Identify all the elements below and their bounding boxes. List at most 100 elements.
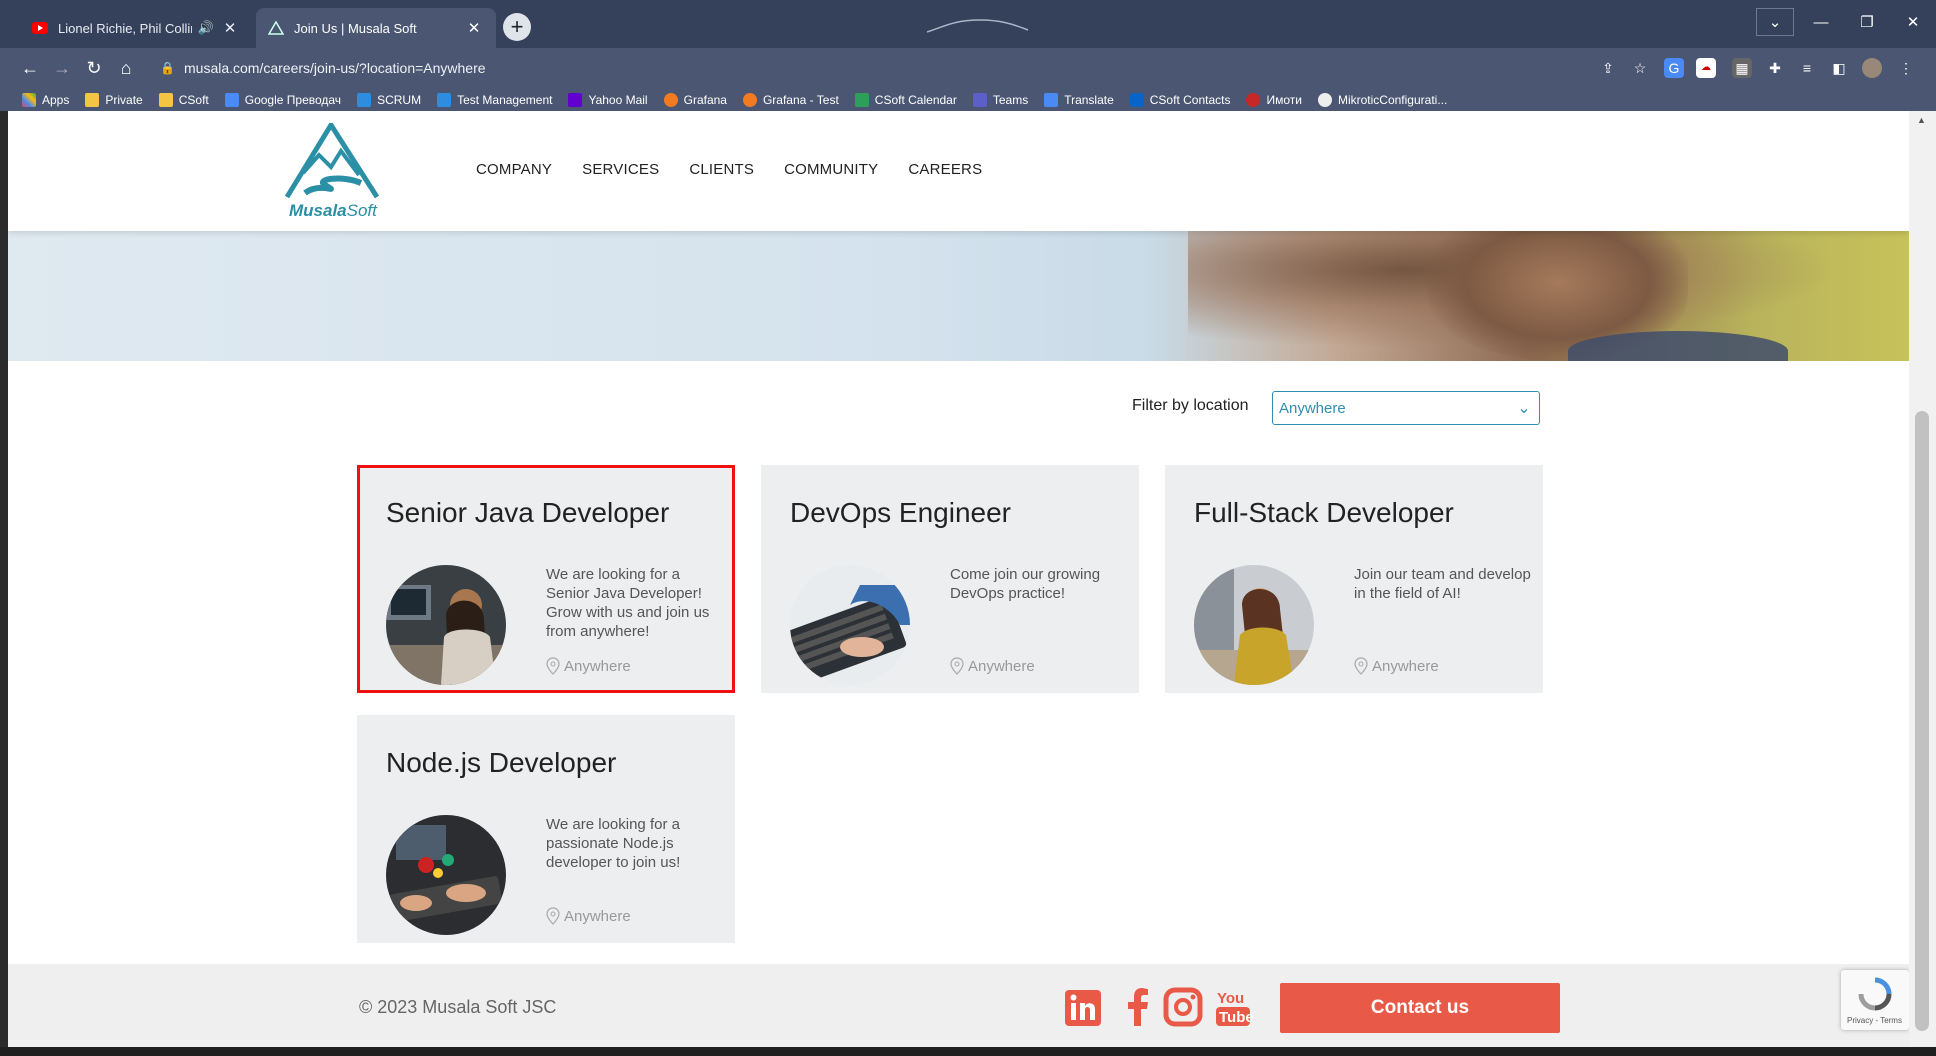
lock-icon[interactable]: 🔒	[160, 61, 176, 75]
bookmark-teams[interactable]: Teams	[972, 92, 1028, 107]
contact-us-button[interactable]: Contact us	[1280, 983, 1560, 1033]
speaker-icon[interactable]: 🔊	[198, 20, 214, 36]
tab-youtube[interactable]: Lionel Richie, Phil Collins, Ro 🔊 ✕	[20, 8, 252, 48]
job-description: We are looking for a passionate Node.js …	[546, 816, 681, 871]
nav-community[interactable]: COMMUNITY	[784, 161, 878, 178]
grafana-icon	[663, 92, 678, 107]
bookmark-csoft[interactable]: CSoft	[158, 92, 209, 107]
puzzle-extensions-icon[interactable]: ✚	[1765, 58, 1785, 78]
address-bar[interactable]: 🔒 musala.com/careers/join-us/?location=A…	[150, 54, 1650, 82]
window-controls: ⌄ — ❐ ✕	[1752, 0, 1936, 44]
minimize-icon[interactable]: —	[1798, 0, 1844, 44]
bookmark-star-icon[interactable]: ☆	[1630, 58, 1650, 78]
musala-logo[interactable]: MusalaSoft	[281, 120, 385, 223]
instagram-icon[interactable]	[1163, 986, 1203, 1028]
job-title[interactable]: DevOps Engineer	[790, 497, 1011, 529]
taskbar-strip	[0, 1047, 1936, 1056]
page-scrollbar[interactable]: ▲	[1909, 111, 1936, 1047]
google-translate-icon	[224, 92, 239, 107]
job-card-full-stack[interactable]: Full-Stack Developer Join our team and d…	[1165, 465, 1543, 693]
job-title[interactable]: Senior Java Developer	[386, 497, 669, 529]
job-location: Anywhere	[546, 907, 631, 925]
tab-title: Join Us | Musala Soft	[294, 20, 417, 36]
bookmark-scrum[interactable]: SCRUM	[357, 92, 421, 107]
scrollbar-thumb[interactable]	[1915, 411, 1929, 1031]
job-card-senior-java[interactable]: Senior Java Developer We are looking for…	[357, 465, 735, 693]
site-header: MusalaSoft COMPANY SERVICES CLIENTS COMM…	[8, 111, 1909, 231]
teams-icon	[972, 92, 987, 107]
svg-text:You: You	[1217, 990, 1244, 1007]
nav-company[interactable]: COMPANY	[476, 161, 552, 178]
svg-text:Tube: Tube	[1219, 1009, 1253, 1026]
bookmark-imoti[interactable]: Имоти	[1246, 92, 1302, 107]
close-tab-icon[interactable]: ✕	[464, 19, 484, 37]
linkedin-icon[interactable]	[1063, 986, 1103, 1028]
side-panel-icon[interactable]: ◧	[1829, 58, 1849, 78]
filter-label: Filter by location	[1132, 397, 1249, 414]
job-photo	[790, 565, 910, 685]
job-card-devops[interactable]: DevOps Engineer Come join our growing De…	[761, 465, 1139, 693]
bookmark-grafana[interactable]: Grafana	[663, 92, 727, 107]
copyright-text: © 2023 Musala Soft JSC	[359, 997, 557, 1017]
home-icon[interactable]: ⌂	[114, 56, 138, 80]
location-pin-icon	[546, 907, 560, 925]
menu-kebab-icon[interactable]: ⋮	[1896, 58, 1916, 78]
recaptcha-badge[interactable]: Privacy - Terms	[1841, 970, 1909, 1030]
bookmark-apps[interactable]: Apps	[22, 92, 69, 107]
bookmark-grafana-test[interactable]: Grafana - Test	[742, 92, 839, 107]
main-nav: COMPANY SERVICES CLIENTS COMMUNITY CAREE…	[476, 161, 1012, 178]
facebook-icon[interactable]	[1118, 986, 1158, 1028]
reading-list-icon[interactable]: ≡	[1797, 58, 1817, 78]
car-theme-icon	[926, 19, 1029, 33]
profile-avatar[interactable]	[1862, 58, 1882, 78]
bookmark-csoft-contacts[interactable]: CSoft Contacts	[1129, 92, 1230, 107]
forward-icon[interactable]: →	[50, 56, 74, 80]
apps-grid-icon	[22, 92, 36, 107]
job-photo	[386, 815, 506, 935]
location-pin-icon	[1354, 657, 1368, 675]
translate-extension-icon[interactable]: G	[1664, 58, 1684, 78]
tab-join-us[interactable]: Join Us | Musala Soft ✕	[256, 8, 496, 48]
job-title[interactable]: Node.js Developer	[386, 747, 616, 779]
recaptcha-text[interactable]: Privacy - Terms	[1847, 1016, 1902, 1025]
bookmark-mikrotik[interactable]: MikroticConfigurati...	[1317, 92, 1447, 107]
tab-search-icon[interactable]: ⌄	[1756, 8, 1794, 36]
scroll-up-icon[interactable]: ▲	[1917, 115, 1926, 125]
bookmark-test-management[interactable]: Test Management	[437, 92, 552, 107]
job-photo	[386, 565, 506, 685]
cloud-extension-icon[interactable]: ☁	[1696, 58, 1716, 78]
calendar-icon	[854, 92, 869, 107]
close-window-icon[interactable]: ✕	[1890, 0, 1936, 44]
job-photo	[1194, 565, 1314, 685]
nav-services[interactable]: SERVICES	[582, 161, 659, 178]
azure-devops-icon	[357, 92, 372, 107]
hero-banner-image	[8, 231, 1909, 361]
extension-icon[interactable]: ▦	[1732, 58, 1752, 78]
url-text[interactable]: musala.com/careers/join-us/?location=Any…	[184, 60, 486, 76]
musala-icon	[268, 20, 284, 35]
bookmark-private[interactable]: Private	[85, 92, 143, 107]
close-tab-icon[interactable]: ✕	[220, 19, 240, 37]
youtube-icon[interactable]: You Tube	[1213, 986, 1253, 1028]
restore-icon[interactable]: ❐	[1844, 0, 1890, 44]
bookmark-google-translate[interactable]: Google Преводач	[224, 92, 341, 107]
bookmark-csoft-calendar[interactable]: CSoft Calendar	[854, 92, 957, 107]
location-filter-select[interactable]: Anywhere ⌄	[1272, 391, 1540, 425]
mountain-logo-icon	[284, 120, 380, 199]
nav-clients[interactable]: CLIENTS	[689, 161, 754, 178]
bookmark-yahoo-mail[interactable]: Yahoo Mail	[568, 92, 648, 107]
back-icon[interactable]: ←	[18, 56, 42, 80]
youtube-icon	[32, 22, 48, 34]
new-tab-button[interactable]: +	[503, 13, 531, 41]
nav-careers[interactable]: CAREERS	[908, 161, 982, 178]
job-card-nodejs[interactable]: Node.js Developer We are looking for a p…	[357, 715, 735, 943]
share-icon[interactable]: ⇪	[1598, 58, 1618, 78]
bookmarks-bar: Apps Private CSoft Google Преводач SCRUM…	[0, 88, 1936, 111]
yahoo-mail-icon	[568, 92, 583, 107]
bookmark-translate[interactable]: Translate	[1044, 92, 1114, 107]
job-location: Anywhere	[1354, 657, 1439, 675]
job-description: Come join our growing DevOps practice!	[950, 566, 1101, 602]
reload-icon[interactable]: ↻	[82, 56, 106, 80]
job-title[interactable]: Full-Stack Developer	[1194, 497, 1454, 529]
imoti-icon	[1246, 92, 1261, 107]
